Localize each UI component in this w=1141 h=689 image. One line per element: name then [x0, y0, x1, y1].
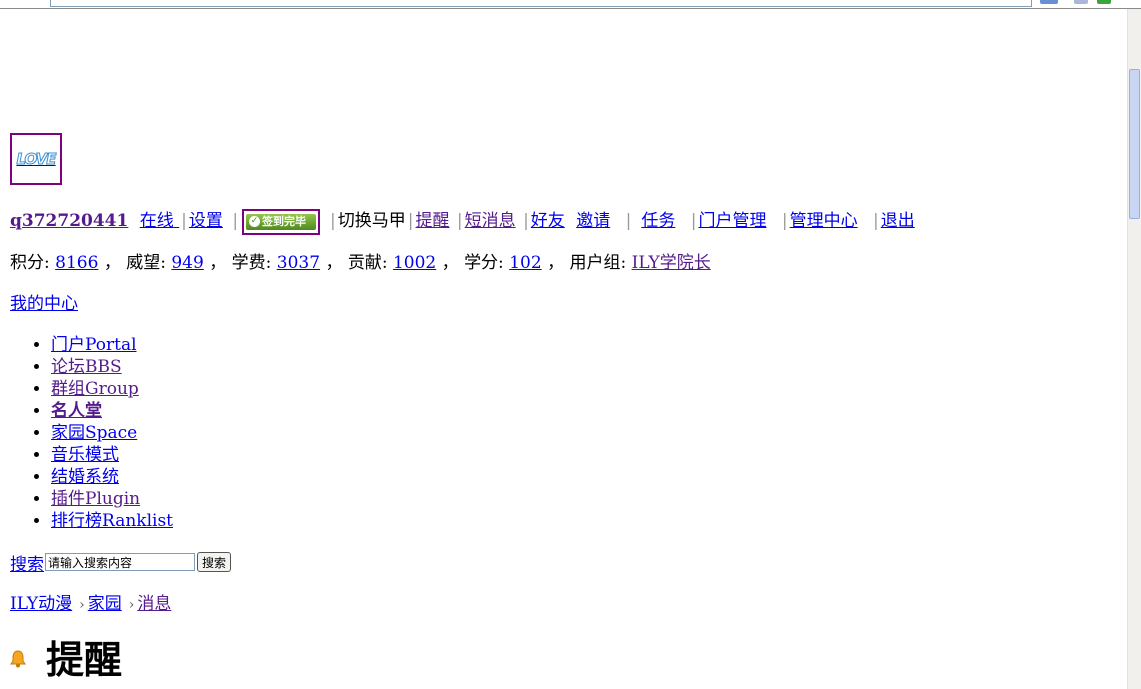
user-stats: 积分: 8166 ， 威望: 949 ， 学费: 3037 ， 贡献: 1002… [10, 253, 711, 273]
tuition-label: 学费: [231, 253, 272, 273]
separator: | [690, 211, 697, 231]
breadcrumb-messages[interactable]: 消息 [137, 594, 171, 614]
nav-link-bbs[interactable]: 论坛BBS [51, 357, 122, 377]
username-link[interactable]: q372720441 [10, 211, 128, 231]
nav-item-plugin: 插件Plugin [51, 488, 173, 510]
breadcrumb-home[interactable]: ILY动漫 [10, 594, 72, 614]
separator: | [330, 211, 336, 231]
my-center-link[interactable]: 我的中心 [10, 294, 78, 314]
nav-link-space[interactable]: 家园Space [51, 423, 137, 443]
prestige-value[interactable]: 949 [171, 253, 203, 273]
my-center: 我的中心 [10, 291, 78, 317]
nav-link-ranklist[interactable]: 排行榜Ranklist [51, 511, 173, 531]
search-button[interactable]: 搜索 [197, 552, 232, 572]
search-input[interactable] [45, 553, 195, 571]
online-status-link[interactable]: 在线 [140, 211, 179, 231]
usergroup-value[interactable]: ILY学院长 [632, 253, 711, 273]
nav-link-marriage[interactable]: 结婚系统 [51, 467, 119, 487]
nav-item-space: 家园Space [51, 422, 173, 444]
tuition-value[interactable]: 3037 [277, 253, 320, 273]
user-toolbar: q372720441 在线 | 设置 | ✓ 签到完毕 | 切换马甲 | 提醒 | 短消息 | 好… [10, 208, 915, 235]
breadcrumb-arrow-icon: › [79, 597, 85, 613]
nav-item-music: 音乐模式 [51, 444, 173, 466]
reminders-link[interactable]: 提醒 [416, 211, 450, 231]
breadcrumb: ILY动漫 › 家园 › 消息 [10, 591, 171, 618]
credits-label: 学分: [464, 253, 504, 273]
address-bar[interactable] [50, 0, 1032, 7]
prestige-label: 威望: [126, 253, 166, 273]
go-button[interactable] [1097, 0, 1111, 4]
toolbar-button[interactable] [1040, 0, 1058, 4]
logout-link[interactable]: 退出 [881, 211, 915, 231]
points-value[interactable]: 8166 [55, 253, 98, 273]
separator: | [523, 211, 529, 231]
signin-badge[interactable]: ✓ 签到完毕 [242, 208, 321, 235]
usergroup-label: 用户组: [569, 253, 627, 273]
browser-chrome-top [0, 0, 1141, 9]
nav-link-plugin[interactable]: 插件Plugin [51, 489, 140, 509]
logo-text: LOVE [16, 150, 57, 169]
separator: | [873, 211, 879, 231]
nav-item-hall-of-fame: 名人堂 [51, 400, 173, 422]
toolbar-button[interactable] [1074, 0, 1088, 4]
separator: | [781, 211, 788, 231]
nav-item-marriage: 结婚系统 [51, 466, 173, 488]
messages-link[interactable]: 短消息 [465, 211, 516, 231]
points-label: 积分: [10, 253, 50, 273]
nav-link-hall-of-fame[interactable]: 名人堂 [51, 401, 102, 421]
page-title: 提醒 [46, 636, 123, 682]
portal-admin-link[interactable]: 门户管理 [698, 211, 766, 231]
bell-icon [10, 650, 26, 668]
credits-value[interactable]: 102 [509, 253, 541, 273]
friends-link[interactable]: 好友 [531, 211, 565, 231]
nav-item-portal: 门户Portal [51, 334, 173, 356]
vertical-scrollbar[interactable] [1127, 9, 1141, 689]
nav-item-ranklist: 排行榜Ranklist [51, 510, 173, 532]
switch-account-text[interactable]: 切换马甲 [338, 211, 406, 231]
search-form: 搜索 搜索 [10, 550, 232, 575]
separator: | [456, 211, 463, 231]
contribution-label: 贡献: [347, 253, 388, 273]
invite-link[interactable]: 邀请 [576, 211, 610, 231]
tasks-link[interactable]: 任务 [641, 211, 675, 231]
nav-item-group: 群组Group [51, 378, 173, 400]
separator: | [232, 211, 239, 231]
main-nav: 门户Portal 论坛BBS 群组Group 名人堂 家园Space 音乐模式 … [10, 334, 173, 532]
nav-link-portal[interactable]: 门户Portal [51, 335, 137, 355]
nav-item-bbs: 论坛BBS [51, 356, 173, 378]
settings-link[interactable]: 设置 [189, 211, 223, 231]
breadcrumb-space[interactable]: 家园 [88, 594, 122, 614]
contribution-value[interactable]: 1002 [393, 253, 436, 273]
separator: | [625, 211, 632, 231]
page-heading: 提醒 [10, 628, 122, 684]
separator: | [407, 211, 414, 231]
admin-center-link[interactable]: 管理中心 [790, 211, 858, 231]
separator: | [181, 211, 187, 231]
site-logo[interactable]: LOVE [10, 133, 62, 185]
search-link[interactable]: 搜索 [10, 550, 44, 575]
checkmark-icon: ✓ [249, 216, 261, 227]
scrollbar-thumb[interactable] [1129, 69, 1140, 219]
nav-link-music[interactable]: 音乐模式 [51, 445, 119, 465]
nav-link-group[interactable]: 群组Group [51, 379, 139, 399]
breadcrumb-arrow-icon: › [128, 597, 135, 613]
